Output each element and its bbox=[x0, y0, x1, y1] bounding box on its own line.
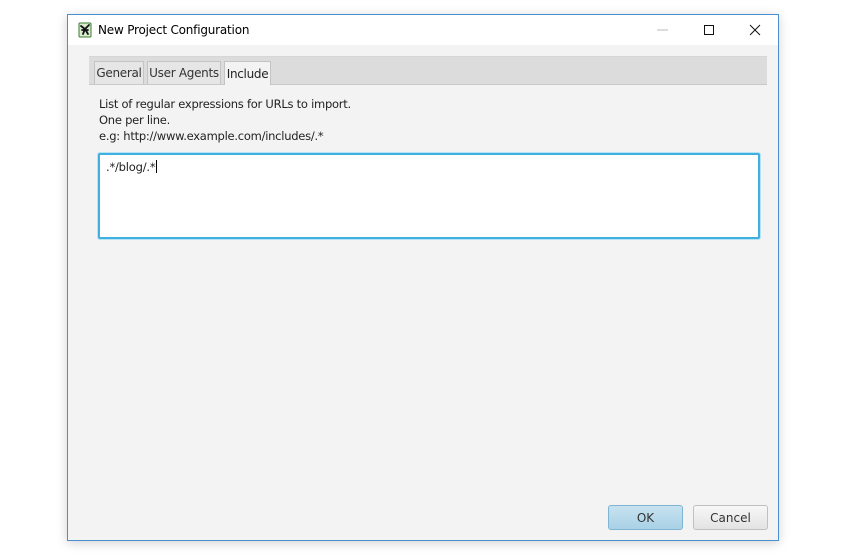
maximize-button[interactable] bbox=[686, 15, 732, 45]
tab-bar: General User Agents Include bbox=[89, 56, 767, 85]
title-bar[interactable]: New Project Configuration bbox=[68, 15, 778, 45]
window-title: New Project Configuration bbox=[98, 23, 250, 37]
description-line: e.g: http://www.example.com/includes/.* bbox=[99, 129, 324, 143]
maximize-icon bbox=[704, 25, 714, 35]
cancel-button[interactable]: Cancel bbox=[693, 505, 768, 530]
description-line: One per line. bbox=[99, 113, 170, 127]
minimize-button[interactable] bbox=[640, 15, 686, 45]
tab-general[interactable]: General bbox=[94, 61, 144, 84]
textarea-value: .*/blog/.* bbox=[106, 160, 158, 174]
description-line: List of regular expressions for URLs to … bbox=[99, 97, 351, 111]
tab-user-agents[interactable]: User Agents bbox=[147, 61, 221, 84]
tab-include[interactable]: Include bbox=[224, 61, 271, 85]
dialog-window: New Project Configuration General User A… bbox=[67, 14, 779, 541]
include-description: List of regular expressions for URLs to … bbox=[99, 96, 351, 144]
include-regex-textarea[interactable]: .*/blog/.* bbox=[98, 153, 760, 239]
minimize-icon bbox=[657, 29, 668, 31]
close-button[interactable] bbox=[732, 15, 778, 45]
ok-button[interactable]: OK bbox=[608, 505, 683, 530]
text-caret bbox=[156, 160, 158, 173]
textarea-text: .*/blog/.* bbox=[106, 160, 156, 174]
close-icon bbox=[749, 24, 761, 36]
app-logo-icon bbox=[78, 22, 92, 38]
